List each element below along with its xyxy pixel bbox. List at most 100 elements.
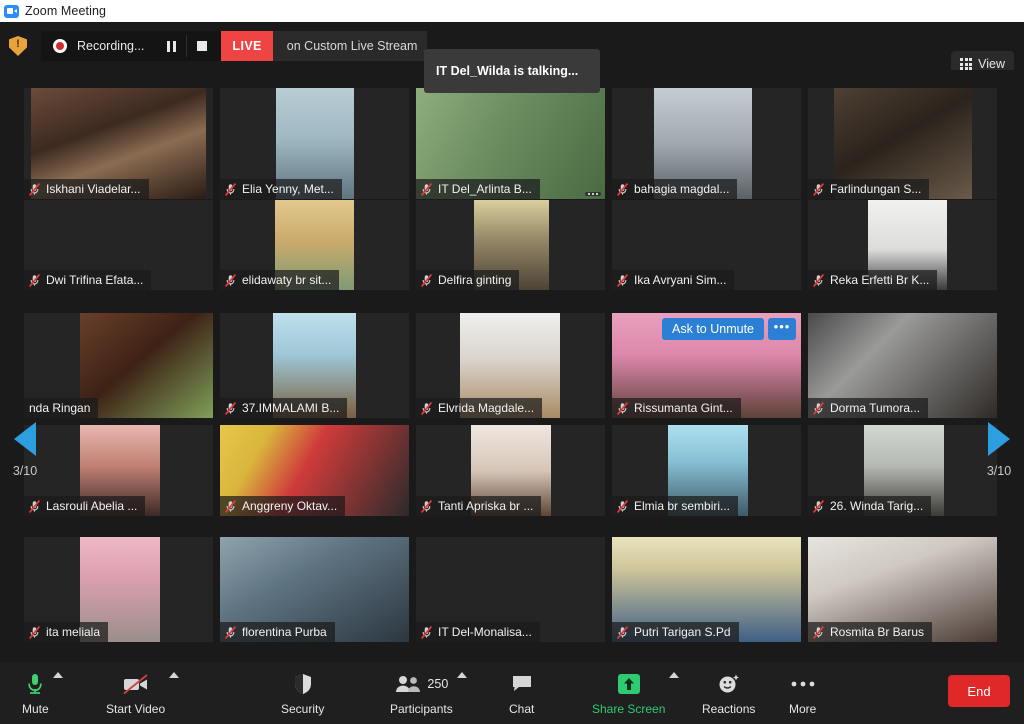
participant-name-bar: Elvrida Magdale...: [416, 398, 543, 418]
chevron-up-icon[interactable]: [169, 672, 180, 678]
participant-name-bar: Putri Tarigan S.Pd: [612, 622, 739, 642]
participant-name: nda Ringan: [29, 401, 91, 415]
network-quality-icon: [585, 192, 601, 196]
participant-name: Dwi Trifina Efata...: [46, 273, 144, 287]
next-page-button[interactable]: 3/10: [976, 422, 1022, 478]
ask-to-unmute-button[interactable]: Ask to Unmute: [662, 318, 764, 340]
meeting-top-bar: Recording... LIVE on Custom Live Stream …: [0, 22, 1024, 93]
participants-count: 250: [427, 676, 449, 691]
participant-name: Elvrida Magdale...: [438, 401, 535, 415]
muted-microphone-icon: [421, 182, 432, 196]
participant-name: Reka Erfetti Br K...: [830, 273, 930, 287]
participant-tile[interactable]: Elmia br sembiri...: [612, 425, 801, 516]
pause-recording-button[interactable]: [158, 31, 184, 61]
toolbar-reactions-button[interactable]: Reactions: [702, 666, 755, 720]
end-meeting-button[interactable]: End: [948, 675, 1010, 707]
participant-tile[interactable]: Rosmita Br Barus: [808, 537, 997, 642]
participant-tile[interactable]: Iskhani Viadelar...: [24, 88, 213, 199]
participant-tile[interactable]: 26. Winda Tarig...: [808, 425, 997, 516]
participant-name-bar: Delfira ginting: [416, 270, 520, 290]
window-title: Zoom Meeting: [25, 4, 107, 18]
meeting-controls-toolbar: Mute Start Video Security 250 Participants Ch…: [0, 662, 1024, 724]
muted-microphone-icon: [29, 499, 40, 513]
stop-recording-button[interactable]: [189, 31, 215, 61]
participant-tile[interactable]: elidawaty br sit...: [220, 200, 409, 290]
participant-name: elidawaty br sit...: [242, 273, 332, 287]
toolbar-item-label: Chat: [509, 701, 535, 716]
participant-name: Farlindungan S...: [830, 182, 922, 196]
participant-tile[interactable]: Ask to Unmute ••• Rissumanta Gint...: [612, 313, 801, 418]
participant-name-bar: Dorma Tumora...: [808, 398, 929, 418]
participant-tile[interactable]: bahagia magdal...: [612, 88, 801, 199]
share-screen-icon: [617, 671, 641, 697]
participant-name-bar: nda Ringan: [24, 398, 99, 418]
participant-name: Tanti Apriska br ...: [438, 499, 534, 513]
muted-microphone-icon: [617, 499, 628, 513]
toolbar-more-button[interactable]: More: [789, 666, 816, 720]
chevron-up-icon[interactable]: [669, 672, 680, 678]
participant-name-bar: 26. Winda Tarig...: [808, 496, 932, 516]
participant-name-bar: Iskhani Viadelar...: [24, 179, 149, 199]
muted-microphone-icon: [225, 499, 236, 513]
previous-page-button[interactable]: 3/10: [2, 422, 48, 478]
toolbar-chat-button[interactable]: Chat: [509, 666, 534, 720]
participant-tile[interactable]: IT Del_Arlinta B...: [416, 88, 605, 199]
participant-tile[interactable]: Reka Erfetti Br K...: [808, 200, 997, 290]
live-stream-indicator[interactable]: LIVE on Custom Live Stream: [221, 31, 428, 61]
muted-microphone-icon: [617, 625, 628, 639]
participant-name: Delfira ginting: [438, 273, 512, 287]
grid-view-icon: [960, 58, 973, 70]
participant-name: bahagia magdal...: [634, 182, 730, 196]
toolbar-start-video-button[interactable]: Start Video: [106, 666, 180, 720]
participant-tile[interactable]: Dwi Trifina Efata...: [24, 200, 213, 290]
muted-microphone-icon: [225, 625, 236, 639]
chevron-up-icon[interactable]: [456, 672, 467, 678]
participant-name-bar: Elmia br sembiri...: [612, 496, 739, 516]
participant-tile[interactable]: ita meliala: [24, 537, 213, 642]
muted-microphone-icon: [813, 401, 824, 415]
muted-microphone-icon: [29, 182, 40, 196]
toolbar-item-label: Reactions: [702, 701, 756, 716]
muted-microphone-icon: [421, 401, 432, 415]
toolbar-item-label: Mute: [22, 701, 49, 716]
toolbar-security-button[interactable]: Security: [281, 666, 324, 720]
page-indicator-right: 3/10: [986, 464, 1012, 478]
toolbar-mute-button[interactable]: Mute: [22, 666, 63, 720]
participant-tile[interactable]: 37.IMMALAMI B...: [220, 313, 409, 418]
participant-name: Iskhani Viadelar...: [46, 182, 141, 196]
toolbar-item-label: Participants: [390, 701, 453, 716]
participant-tile[interactable]: IT Del-Monalisa...: [416, 537, 605, 642]
participant-tile[interactable]: nda Ringan: [24, 313, 213, 418]
chevron-up-icon[interactable]: [52, 672, 63, 678]
participant-tile[interactable]: Ika Avryani Sim...: [612, 200, 801, 290]
security-shield-icon[interactable]: [9, 36, 27, 56]
participant-tile[interactable]: Lasrouli Abelia ...: [24, 425, 213, 516]
toolbar-participants-button[interactable]: 250 Participants: [390, 666, 467, 720]
live-badge: LIVE: [221, 31, 273, 61]
participant-tile[interactable]: Delfira ginting: [416, 200, 605, 290]
participant-name-bar: IT Del-Monalisa...: [416, 622, 540, 642]
participant-name: Lasrouli Abelia ...: [46, 499, 138, 513]
participant-tile[interactable]: florentina Purba: [220, 537, 409, 642]
participant-video: [80, 313, 213, 418]
muted-microphone-icon: [421, 273, 432, 287]
participant-tile[interactable]: Farlindungan S...: [808, 88, 997, 199]
recording-label: Recording...: [77, 39, 145, 53]
participant-tile[interactable]: Putri Tarigan S.Pd: [612, 537, 801, 642]
participant-tile[interactable]: Anggreny Oktav...: [220, 425, 409, 516]
participant-name-bar: Anggreny Oktav...: [220, 496, 346, 516]
view-button-label: View: [978, 57, 1005, 71]
participant-name-bar: Rosmita Br Barus: [808, 622, 933, 642]
shield-icon: [293, 671, 313, 697]
chevron-right-icon: [988, 422, 1010, 456]
participant-tile[interactable]: Dorma Tumora...: [808, 313, 997, 418]
participant-name: IT Del-Monalisa...: [438, 625, 532, 639]
participant-tile[interactable]: Elia Yenny, Met...: [220, 88, 409, 199]
participant-name-bar: Dwi Trifina Efata...: [24, 270, 152, 290]
participant-name: Rissumanta Gint...: [634, 401, 733, 415]
muted-microphone-icon: [617, 401, 628, 415]
tile-more-options-button[interactable]: •••: [768, 318, 796, 340]
participant-tile[interactable]: Tanti Apriska br ...: [416, 425, 605, 516]
toolbar-share-screen-button[interactable]: Share Screen: [592, 666, 680, 720]
participant-tile[interactable]: Elvrida Magdale...: [416, 313, 605, 418]
